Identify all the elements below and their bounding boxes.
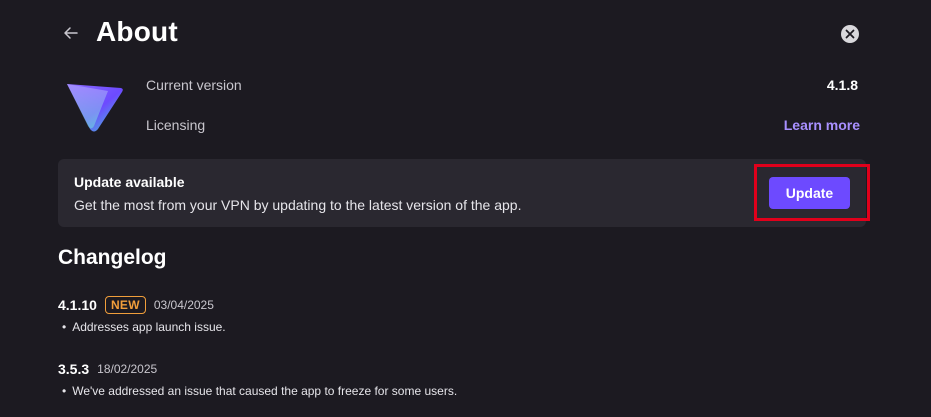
licensing-label: Licensing <box>146 117 206 133</box>
about-page: About Current version 4.1.8 Licensing Le… <box>0 0 931 417</box>
bullet-icon: • <box>62 320 67 334</box>
changelog-note-text: Addresses app launch issue. <box>72 320 226 334</box>
changelog-heading: Changelog <box>58 246 167 269</box>
current-version-label: Current version <box>146 77 242 93</box>
back-arrow-icon[interactable] <box>62 24 82 44</box>
learn-more-link[interactable]: Learn more <box>784 117 860 133</box>
changelog-date: 03/04/2025 <box>153 298 214 312</box>
changelog-note: • We've addressed an issue that caused th… <box>62 384 457 398</box>
changelog-entry-header: 3.5.3 18/02/2025 <box>58 361 157 377</box>
changelog-version: 4.1.10 <box>58 297 97 313</box>
update-button[interactable]: Update <box>769 177 850 209</box>
update-available-card: Update available Get the most from your … <box>58 159 866 227</box>
changelog-date: 18/02/2025 <box>97 362 158 376</box>
bullet-icon: • <box>62 384 67 398</box>
update-description: Get the most from your VPN by updating t… <box>74 197 522 213</box>
current-version-value: 4.1.8 <box>826 77 858 93</box>
page-title: About <box>96 16 178 47</box>
changelog-note: • Addresses app launch issue. <box>62 320 226 334</box>
changelog-entry-header: 4.1.10 NEW 03/04/2025 <box>58 296 214 314</box>
changelog-note-text: We've addressed an issue that caused the… <box>72 384 458 398</box>
close-icon[interactable] <box>841 25 859 43</box>
new-badge: NEW <box>104 296 146 314</box>
changelog-version: 3.5.3 <box>58 361 90 377</box>
update-title: Update available <box>74 174 185 190</box>
proton-vpn-logo <box>64 82 124 134</box>
